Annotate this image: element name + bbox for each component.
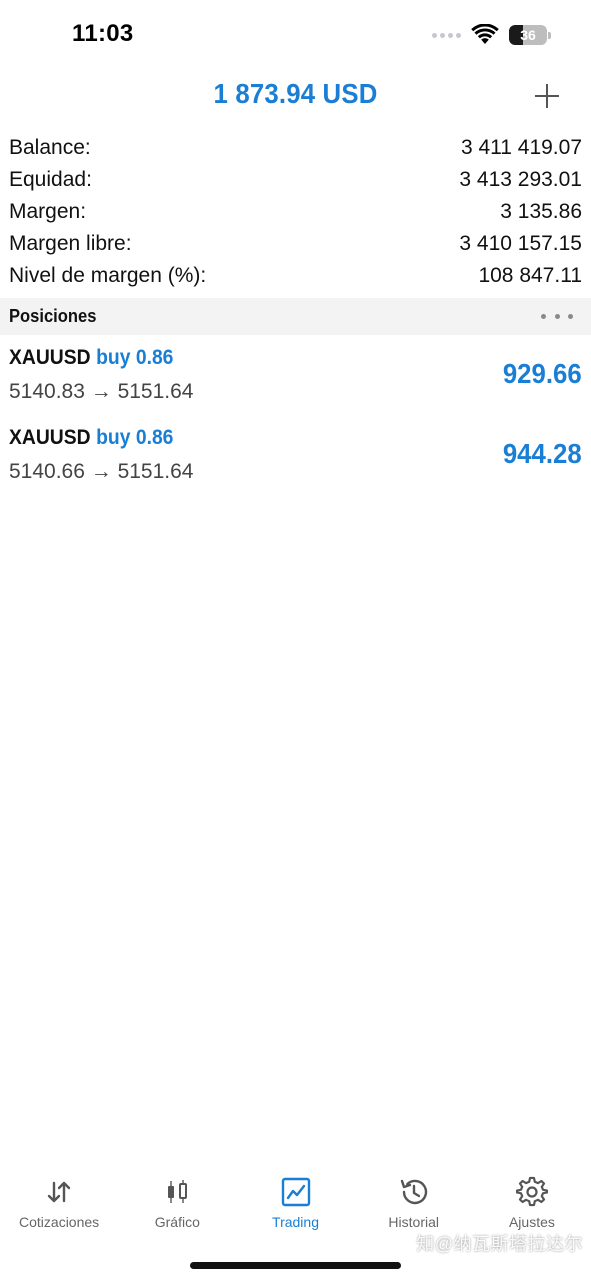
tab-label: Cotizaciones [19,1214,100,1230]
free-margin-value: 3 410 157.15 [459,232,582,255]
tab-chart[interactable]: Gráfico [118,1168,236,1244]
status-time: 11:03 [72,20,134,47]
summary-row-equity: Equidad: 3 413 293.01 [0,164,591,196]
summary-row-free-margin: Margen libre: 3 410 157.15 [0,228,591,260]
trading-chart-icon [281,1177,310,1207]
summary-row-margin: Margen: 3 135.86 [0,196,591,228]
tab-trading[interactable]: Trading [236,1168,354,1244]
watermark: 知@纳瓦斯塔拉达尔 [416,1234,583,1254]
history-icon [400,1179,427,1205]
tab-label: Historial [388,1214,439,1230]
positions-section-header: Posiciones [0,298,591,335]
margin-level-value: 108 847.11 [478,264,582,287]
cellular-signal-icon [432,32,461,38]
more-horizontal-icon[interactable] [541,310,573,322]
margin-level-label: Nivel de margen (%): [9,264,207,287]
account-summary: Balance: 3 411 419.07 Equidad: 3 413 293… [0,132,591,292]
margin-value: 3 135.86 [500,200,582,223]
position-profit: 929.66 [503,358,582,389]
wifi-icon [471,24,499,44]
tab-label: Ajustes [508,1214,555,1230]
status-icons: 36 [432,22,551,48]
position-prices: 5140.66 → 5151.64 [9,460,194,483]
quotes-arrows-icon [47,1181,71,1203]
summary-row-balance: Balance: 3 411 419.07 [0,132,591,164]
free-margin-label: Margen libre: [9,232,132,255]
candlestick-chart-icon [168,1180,188,1203]
tab-quotes[interactable]: Cotizaciones [0,1168,118,1244]
equity-value: 3 413 293.01 [459,168,582,191]
position-prices: 5140.83 → 5151.64 [9,380,194,403]
status-bar: 11:03 36 [0,0,591,64]
header: 1 873.94 USD [0,68,591,124]
position-symbol: XAUUSD [9,346,91,369]
position-row[interactable]: XAUUSD buy 0.86 5140.83 → 5151.64 929.66 [0,338,591,418]
position-symbol: XAUUSD [9,426,91,449]
account-profit-title: 1 873.94 USD [213,78,378,109]
tab-label: Trading [272,1214,319,1230]
position-header: XAUUSD buy 0.86 [9,346,173,370]
battery-icon: 36 [509,25,551,45]
battery-level: 36 [520,27,536,43]
settings-gear-icon [515,1176,548,1207]
tab-label: Gráfico [154,1214,200,1230]
balance-label: Balance: [9,136,91,159]
position-row[interactable]: XAUUSD buy 0.86 5140.66 → 5151.64 944.28 [0,418,591,498]
positions-list: XAUUSD buy 0.86 5140.83 → 5151.64 929.66… [0,338,591,498]
balance-value: 3 411 419.07 [460,136,582,159]
position-side-volume: buy 0.86 [96,346,174,369]
summary-row-margin-level: Nivel de margen (%): 108 847.11 [0,260,591,292]
add-order-button[interactable] [527,76,567,116]
position-header: XAUUSD buy 0.86 [9,426,173,450]
position-side-volume: buy 0.86 [96,426,174,449]
margin-label: Margen: [9,200,87,223]
equity-label: Equidad: [9,168,92,191]
positions-title: Posiciones [9,306,97,326]
position-profit: 944.28 [503,438,582,469]
home-indicator[interactable] [190,1262,401,1269]
